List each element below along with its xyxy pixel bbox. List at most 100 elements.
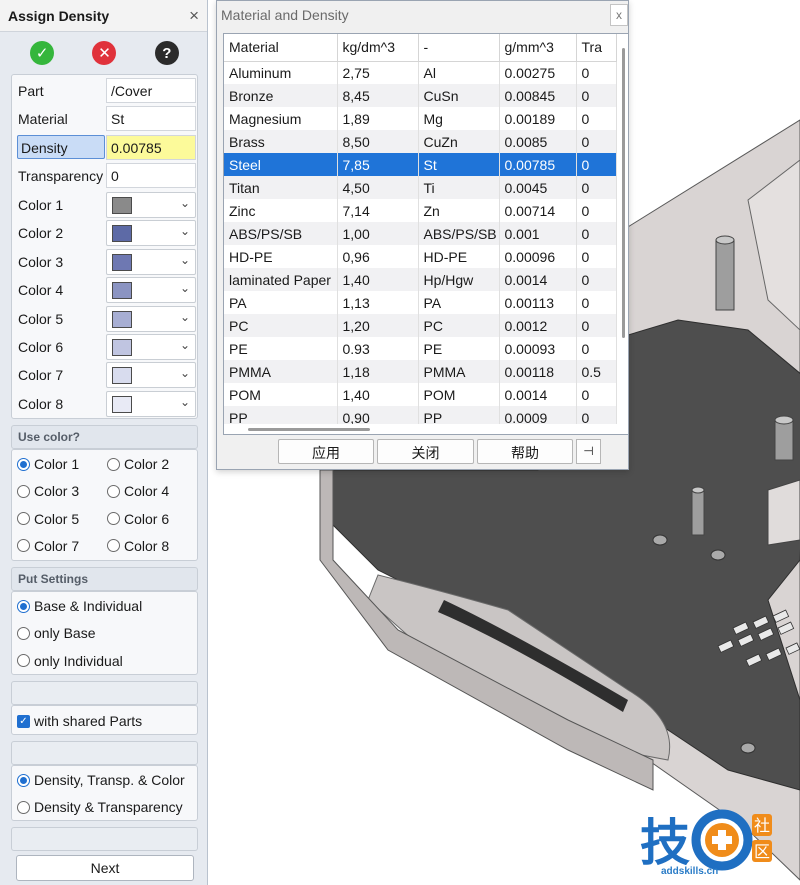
table-cell: PMMA <box>418 360 500 383</box>
vertical-scroll-thumb[interactable] <box>622 48 625 338</box>
table-row[interactable]: PC 1,20 PC 0.0012 0 <box>224 314 617 337</box>
table-cell: Al <box>418 61 500 84</box>
table-cell: Brass <box>224 130 338 153</box>
radio-icon <box>17 654 30 668</box>
color-dropdown[interactable]: ⌄ <box>106 362 196 389</box>
pin-icon[interactable]: ⊣ <box>576 439 601 464</box>
transparency-field[interactable]: 0 <box>106 163 196 188</box>
radio-option[interactable]: Color 3 <box>17 483 79 499</box>
table-cell: 0.00714 <box>499 199 577 222</box>
color-swatch <box>112 395 132 413</box>
table-row[interactable]: PA 1,13 PA 0.00113 0 <box>224 291 617 314</box>
radio-option[interactable]: Density & Transparency <box>17 799 183 815</box>
table-cell: Zn <box>418 199 500 222</box>
table-row[interactable]: ABS/PS/SB 1,00 ABS/PS/SB 0.001 0 <box>224 222 617 245</box>
table-cell: St <box>418 153 500 176</box>
horizontal-scrollbar[interactable] <box>224 424 620 434</box>
table-row[interactable]: Bronze 8,45 CuSn 0.00845 0 <box>224 84 617 107</box>
table-cell: 0.0045 <box>499 176 577 199</box>
table-row[interactable]: laminated Paper 1,40 Hp/Hgw 0.0014 0 <box>224 268 617 291</box>
column-header[interactable]: Tra <box>576 34 617 62</box>
checkmark-icon: ✓ <box>17 714 30 728</box>
shared-parts-checkbox[interactable]: ✓ with shared Parts <box>17 713 142 729</box>
table-cell: CuZn <box>418 130 500 153</box>
color-swatch <box>112 197 132 214</box>
table-row[interactable]: PE 0.93 PE 0.00093 0 <box>224 337 617 360</box>
table-row[interactable]: Zinc 7,14 Zn 0.00714 0 <box>224 199 617 222</box>
table-cell: Hp/Hgw <box>418 268 500 291</box>
table-cell: 1,89 <box>337 107 419 130</box>
table-cell: CuSn <box>418 84 500 107</box>
table-row[interactable]: Titan 4,50 Ti 0.0045 0 <box>224 176 617 199</box>
horizontal-scroll-thumb[interactable] <box>248 428 370 431</box>
close-icon[interactable]: × <box>189 6 199 26</box>
color-dropdown[interactable]: ⌄ <box>106 248 196 275</box>
color-dropdown[interactable]: ⌄ <box>106 192 196 218</box>
color-dropdown[interactable]: ⌄ <box>106 305 196 332</box>
table-cell: POM <box>224 383 338 406</box>
table-row[interactable]: Magnesium 1,89 Mg 0.00189 0 <box>224 107 617 130</box>
radio-option[interactable]: Color 5 <box>17 511 79 527</box>
dialog-close-icon[interactable]: x <box>610 4 628 26</box>
radio-label: Color 3 <box>34 483 80 500</box>
help-button[interactable]: 帮助 <box>477 439 573 464</box>
cancel-x-icon[interactable]: ✕ <box>92 41 117 65</box>
table-row[interactable]: HD-PE 0,96 HD-PE 0.00096 0 <box>224 245 617 268</box>
radio-option[interactable]: Color 8 <box>107 538 169 554</box>
color-row: Color 8 ⌄ <box>16 390 196 417</box>
radio-option[interactable]: Base & Individual <box>17 598 142 614</box>
color-dropdown[interactable]: ⌄ <box>106 220 196 247</box>
column-header[interactable]: g/mm^3 <box>499 34 577 62</box>
help-question-icon[interactable]: ? <box>154 41 179 65</box>
material-field[interactable]: St <box>106 106 196 131</box>
radio-option[interactable]: only Base <box>17 625 95 641</box>
color-swatch <box>112 225 132 243</box>
column-header[interactable]: - <box>418 34 500 62</box>
radio-option[interactable]: only Individual <box>17 653 123 669</box>
radio-option[interactable]: Color 4 <box>107 483 169 499</box>
column-header[interactable]: Material <box>224 34 338 62</box>
table-row[interactable]: Steel 7,85 St 0.00785 0 <box>224 153 617 176</box>
table-cell: 7,85 <box>337 153 419 176</box>
table-cell: 1,18 <box>337 360 419 383</box>
table-cell: 0.0012 <box>499 314 577 337</box>
part-field[interactable]: /Cover <box>106 78 196 103</box>
apply-button[interactable]: 应用 <box>278 439 374 464</box>
table-cell: 0.00785 <box>499 153 577 176</box>
table-cell: 0 <box>576 245 617 268</box>
table-cell: 0 <box>576 199 617 222</box>
density-button[interactable]: Density <box>17 135 105 159</box>
column-header[interactable]: kg/dm^3 <box>337 34 419 62</box>
mode-header <box>11 741 198 765</box>
color-dropdown[interactable]: ⌄ <box>106 277 196 304</box>
radio-label: Color 2 <box>124 456 170 472</box>
table-row[interactable]: PMMA 1,18 PMMA 0.00118 0.5 <box>224 360 617 383</box>
close-button[interactable]: 关闭 <box>377 439 474 464</box>
shared-parts-box: ✓ with shared Parts <box>11 705 198 735</box>
material-row: Material St <box>16 106 196 132</box>
table-cell: Zinc <box>224 199 338 222</box>
table-row[interactable]: Brass 8,50 CuZn 0.0085 0 <box>224 130 617 153</box>
next-button[interactable]: Next <box>16 855 194 881</box>
confirm-check-icon[interactable]: ✓ <box>30 41 55 65</box>
table-cell: 4,50 <box>337 176 419 199</box>
table-cell: 2,75 <box>337 61 419 84</box>
table-cell: PA <box>224 291 338 314</box>
radio-option[interactable]: Color 6 <box>107 511 169 527</box>
radio-option[interactable]: Density, Transp. & Color <box>17 772 185 788</box>
radio-option[interactable]: Color 1 <box>17 456 79 472</box>
radio-label: Color 1 <box>34 456 80 472</box>
radio-option[interactable]: Color 7 <box>17 538 79 554</box>
table-row[interactable]: Aluminum 2,75 Al 0.00275 0 <box>224 61 617 84</box>
vertical-scrollbar[interactable] <box>620 34 628 434</box>
density-field[interactable]: 0.00785 <box>106 135 196 160</box>
radio-option[interactable]: Color 2 <box>107 456 169 472</box>
color-dropdown[interactable]: ⌄ <box>106 390 196 417</box>
color-label: Color 3 <box>18 253 64 270</box>
radio-icon <box>17 539 30 553</box>
table-row[interactable]: POM 1,40 POM 0.0014 0 <box>224 383 617 406</box>
table-cell: PC <box>224 314 338 337</box>
table-cell: PE <box>224 337 338 360</box>
color-dropdown[interactable]: ⌄ <box>106 334 196 360</box>
table-cell: 0 <box>576 61 617 84</box>
